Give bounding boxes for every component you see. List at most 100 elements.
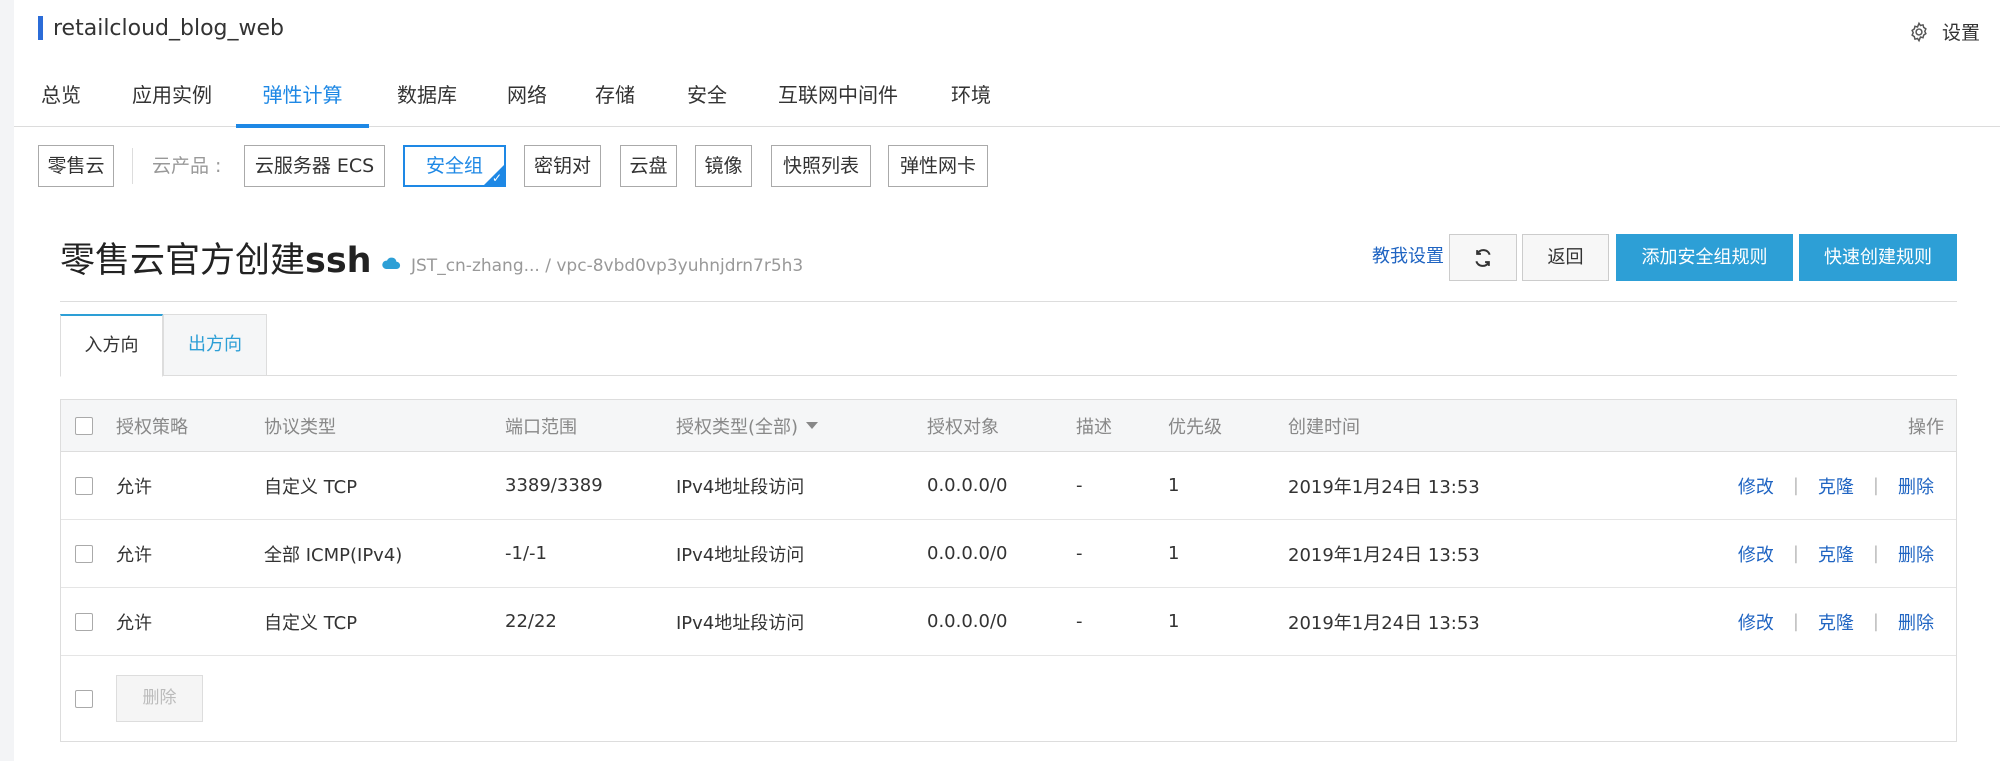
delete-link[interactable]: 删除 [1898,609,1934,635]
action-separator: | [1792,475,1799,496]
chip-ecs[interactable]: 云服务器 ECS [244,145,385,187]
cell-description: - [1076,543,1083,564]
check-icon: ✓ [491,171,502,185]
page-title-suffix: ssh [305,241,372,281]
col-auth-type[interactable]: 授权类型(全部) [676,400,819,451]
chip-keypair[interactable]: 密钥对 [524,145,601,187]
footer-select-all-checkbox[interactable] [75,690,93,708]
action-separator: | [1792,543,1799,564]
title-accent-bar [38,16,43,40]
cell-policy: 允许 [116,612,152,634]
clone-link[interactable]: 克隆 [1818,473,1854,499]
settings-label: 设置 [1941,22,1980,44]
clone-link[interactable]: 克隆 [1818,609,1854,635]
app-title-text: retailcloud_blog_web [53,15,284,41]
bulk-delete-button[interactable]: 删除 [116,675,203,722]
cell-priority: 1 [1168,543,1180,564]
caret-down-icon [806,422,819,429]
chip-image[interactable]: 镜像 [695,145,752,187]
row-checkbox[interactable] [75,476,93,495]
cell-priority: 1 [1168,475,1180,496]
col-protocol: 协议类型 [264,416,336,438]
cloud-icon [382,257,401,269]
cell-auth-type: IPv4地址段访问 [676,612,805,634]
tab-elastic-compute[interactable]: 弹性计算 [236,78,369,128]
direction-tabs: 入方向 出方向 [60,314,1957,377]
tab-security[interactable]: 安全 [684,78,730,127]
tab-inbound[interactable]: 入方向 [60,314,163,377]
chip-retail-cloud[interactable]: 零售云 [38,145,114,187]
back-button[interactable]: 返回 [1522,234,1609,281]
quick-create-rule-button[interactable]: 快速创建规则 [1799,234,1957,281]
cell-created: 2019年1月24日 13:53 [1288,476,1480,498]
tab-storage[interactable]: 存储 [592,78,638,127]
title-divider [60,301,1957,302]
tab-database[interactable]: 数据库 [392,78,462,127]
cloud-products-label: 云产品 : [152,155,222,177]
col-port: 端口范围 [505,416,577,438]
col-description: 描述 [1076,416,1112,438]
action-separator: | [1872,475,1879,496]
cell-auth-type: IPv4地址段访问 [676,476,805,498]
tab-overview[interactable]: 总览 [38,78,84,127]
chip-snapshots[interactable]: 快照列表 [771,145,871,187]
cell-protocol: 自定义 TCP [264,476,358,498]
row-checkbox[interactable] [75,544,93,563]
delete-link[interactable]: 删除 [1898,473,1934,499]
table-footer: 删除 [61,656,1956,742]
teach-me-link[interactable]: 教我设置 [1372,243,1444,271]
row-actions: 修改 | 克隆 | 删除 [1738,452,1934,519]
chip-security-group[interactable]: 安全组 ✓ [403,145,506,187]
cell-auth-object: 0.0.0.0/0 [927,475,1008,496]
gear-icon [1911,21,1927,42]
tab-app-instances[interactable]: 应用实例 [128,78,216,127]
col-created: 创建时间 [1288,416,1360,438]
tab-network[interactable]: 网络 [504,78,550,127]
row-actions: 修改 | 克隆 | 删除 [1738,588,1934,655]
edit-link[interactable]: 修改 [1738,541,1774,567]
row-actions: 修改 | 克隆 | 删除 [1738,520,1934,587]
delete-link[interactable]: 删除 [1898,541,1934,567]
col-actions: 操作 [1908,416,1944,438]
cell-auth-object: 0.0.0.0/0 [927,611,1008,632]
row-checkbox[interactable] [75,612,93,631]
cell-policy: 允许 [116,476,152,498]
cell-port: -1/-1 [505,543,547,564]
action-separator: | [1872,543,1879,564]
add-security-rule-button[interactable]: 添加安全组规则 [1616,234,1793,281]
app-title: retailcloud_blog_web [38,14,284,42]
col-auth-object: 授权对象 [927,416,999,438]
edit-link[interactable]: 修改 [1738,609,1774,635]
refresh-button[interactable] [1449,234,1517,281]
cell-description: - [1076,475,1083,496]
select-all-checkbox[interactable] [75,416,93,435]
refresh-icon [1475,248,1491,267]
clone-link[interactable]: 克隆 [1818,541,1854,567]
tab-environment[interactable]: 环境 [948,78,994,127]
cell-protocol: 全部 ICMP(IPv4) [264,544,403,566]
action-separator: | [1872,611,1879,632]
col-policy: 授权策略 [116,416,188,438]
cell-priority: 1 [1168,611,1180,632]
tab-internet-middleware[interactable]: 互联网中间件 [774,78,902,127]
cell-policy: 允许 [116,544,152,566]
cell-created: 2019年1月24日 13:53 [1288,544,1480,566]
left-gutter [0,0,14,761]
settings-button[interactable]: 设置 [1908,18,1980,45]
chip-cloud-disk[interactable]: 云盘 [620,145,677,187]
cell-created: 2019年1月24日 13:53 [1288,612,1480,634]
top-nav: 总览 应用实例 弹性计算 数据库 网络 存储 安全 互联网中间件 环境 [14,78,2000,128]
cell-auth-type: IPv4地址段访问 [676,544,805,566]
col-auth-type-label: 授权类型(全部) [676,416,799,438]
col-priority: 优先级 [1168,416,1222,438]
cell-auth-object: 0.0.0.0/0 [927,543,1008,564]
chip-eni[interactable]: 弹性网卡 [888,145,988,187]
edit-link[interactable]: 修改 [1738,473,1774,499]
cell-description: - [1076,611,1083,632]
page-title-prefix: 零售云官方创建 [60,241,306,281]
vpc-path: JST_cn-zhang... / vpc-8vbd0vp3yuhnjdrn7r… [411,256,804,276]
action-separator: | [1792,611,1799,632]
table-header: 授权策略 协议类型 端口范围 授权类型(全部) 授权对象 描述 优先级 创建时间… [61,400,1956,452]
tab-outbound[interactable]: 出方向 [163,314,267,376]
chip-divider [132,148,133,184]
